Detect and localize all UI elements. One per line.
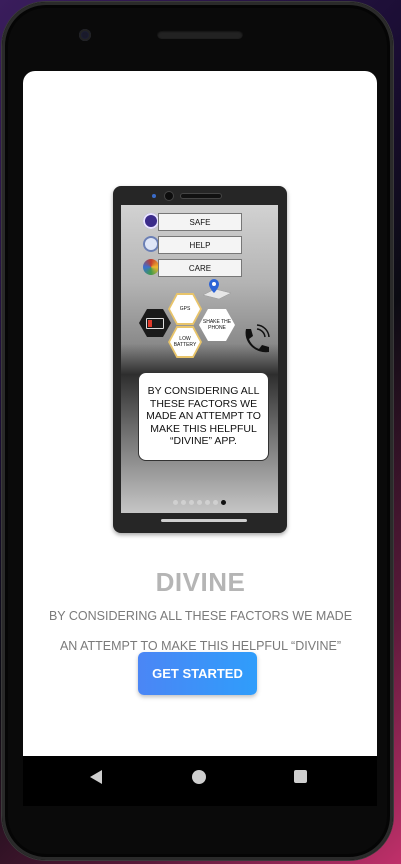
- page-dot: [181, 500, 186, 505]
- phone-frame: SAFE HELP CARE GPS SHAKE THE PHONE LOW B…: [2, 2, 393, 860]
- description-line-2: AN ATTEMPT TO MAKE THIS HELPFUL “DIVINE”: [59, 639, 342, 653]
- get-started-button[interactable]: GET STARTED: [138, 652, 257, 695]
- indicator-light-icon: [152, 194, 156, 198]
- care-icon: [143, 259, 159, 275]
- camera-icon: [165, 192, 173, 200]
- gps-hex-label: GPS: [170, 295, 200, 323]
- illustration-screen: SAFE HELP CARE GPS SHAKE THE PHONE LOW B…: [121, 205, 278, 513]
- illustration-message: BY CONSIDERING ALL THESE FACTORS WE MADE…: [138, 372, 269, 461]
- speaker-slot: [181, 194, 221, 198]
- home-icon[interactable]: [192, 770, 206, 784]
- shield-icon: [143, 213, 159, 229]
- page-dot: [197, 500, 202, 505]
- recent-apps-icon[interactable]: [294, 770, 307, 783]
- page-dot: [173, 500, 178, 505]
- page-dot: [205, 500, 210, 505]
- location-pin-icon: [202, 279, 232, 299]
- back-icon[interactable]: [90, 770, 102, 784]
- care-label: CARE: [158, 259, 242, 277]
- speaker-grille: [157, 30, 243, 39]
- home-indicator: [161, 519, 247, 522]
- page-indicator: [173, 500, 233, 506]
- battery-icon: [139, 309, 171, 337]
- app-title: DIVINE: [155, 567, 246, 597]
- low-battery-hex: LOW BATTERY: [168, 326, 202, 358]
- safe-label: SAFE: [158, 213, 242, 231]
- front-camera-icon: [79, 29, 91, 41]
- gps-hex: GPS: [168, 293, 202, 325]
- help-hand-icon: [143, 236, 159, 252]
- page-dot: [189, 500, 194, 505]
- phone-call-icon: [245, 324, 270, 353]
- help-label: HELP: [158, 236, 242, 254]
- page-dot-active: [221, 500, 226, 505]
- description-line-1: BY CONSIDERING ALL THESE FACTORS WE MADE: [48, 609, 353, 623]
- shake-phone-hex: SHAKE THE PHONE: [199, 309, 235, 341]
- low-battery-hex-label: LOW BATTERY: [170, 328, 200, 356]
- page-dot: [213, 500, 218, 505]
- system-navigation-bar: [23, 756, 377, 806]
- onboarding-illustration: SAFE HELP CARE GPS SHAKE THE PHONE LOW B…: [113, 186, 287, 533]
